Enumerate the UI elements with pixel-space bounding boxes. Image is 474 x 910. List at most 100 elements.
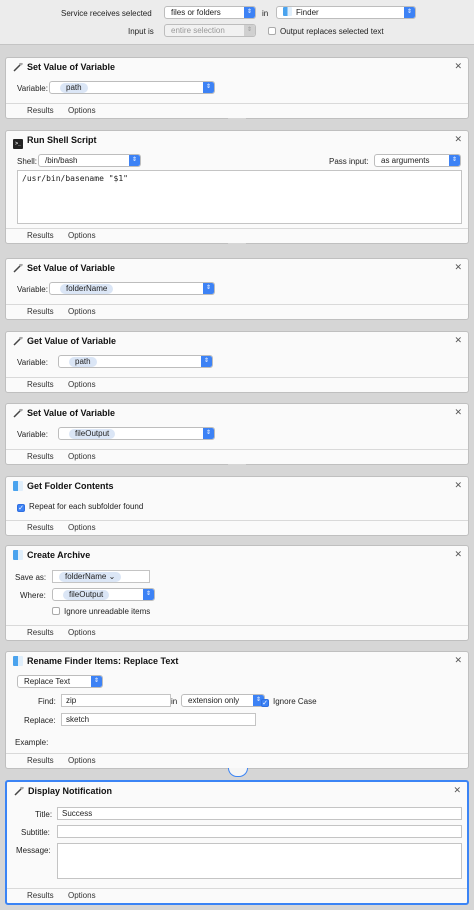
results-tab[interactable]: Results <box>27 380 54 389</box>
in-label: in <box>171 697 178 706</box>
chevron-updown-icon: ⇕ <box>244 25 255 36</box>
pass-input-value: as arguments <box>381 156 430 165</box>
action-set-variable-foldername[interactable]: Set Value of Variable ✕ Variable: folder… <box>5 258 469 320</box>
action-footer: Results Options <box>6 753 468 768</box>
shell-label: Shell: <box>17 157 38 166</box>
chevron-down-icon: ⌄ <box>108 572 116 581</box>
action-get-variable-path[interactable]: Get Value of Variable ✕ Variable: path ⇕… <box>5 331 469 393</box>
ignore-case-label: Ignore Case <box>273 697 317 706</box>
where-popup[interactable]: fileOutput ⇕ <box>52 588 155 601</box>
close-icon[interactable]: ✕ <box>454 134 462 145</box>
action-run-shell-script[interactable]: >_ Run Shell Script ✕ Shell: /bin/bash ⇕ … <box>5 130 469 244</box>
results-tab[interactable]: Results <box>27 106 54 115</box>
results-tab[interactable]: Results <box>27 307 54 316</box>
close-icon[interactable]: ✕ <box>454 335 462 346</box>
notification-subtitle-field[interactable] <box>57 825 462 838</box>
variable-popup[interactable]: path ⇕ <box>58 355 213 368</box>
wand-icon <box>13 336 23 346</box>
notification-message-field[interactable] <box>57 843 462 879</box>
save-as-label: Save as: <box>15 573 47 582</box>
options-tab[interactable]: Options <box>68 380 96 389</box>
chevron-updown-icon: ⇕ <box>143 589 154 600</box>
ignore-unreadable-label: Ignore unreadable items <box>64 607 151 616</box>
pass-input-label: Pass input: <box>329 157 369 166</box>
find-field[interactable]: zip <box>61 694 171 707</box>
where-token: fileOutput <box>63 590 110 600</box>
ignore-unreadable-checkbox[interactable]: Ignore unreadable items <box>52 607 150 616</box>
input-type-popup[interactable]: files or folders ⇕ <box>164 6 256 19</box>
variable-label: Variable: <box>17 358 48 367</box>
notification-subtitle-label: Subtitle: <box>21 828 50 837</box>
notification-title-value: Success <box>62 809 93 818</box>
action-rename-finder-items[interactable]: Rename Finder Items: Replace Text ✕ Repl… <box>5 651 469 769</box>
finder-icon <box>13 481 23 491</box>
action-footer: Results Options <box>7 888 467 903</box>
input-is-popup[interactable]: entire selection ⇕ <box>164 24 256 37</box>
checkbox-icon <box>52 607 60 615</box>
checkbox-icon <box>268 27 276 35</box>
results-tab[interactable]: Results <box>27 628 54 637</box>
notification-title-field[interactable]: Success <box>57 807 462 820</box>
shell-popup[interactable]: /bin/bash ⇕ <box>38 154 141 167</box>
options-tab[interactable]: Options <box>68 307 96 316</box>
action-title: Get Folder Contents <box>13 481 114 491</box>
close-icon[interactable]: ✕ <box>454 61 462 72</box>
options-tab[interactable]: Options <box>68 891 96 900</box>
action-display-notification[interactable]: Display Notification ✕ Title: Success Su… <box>5 780 469 905</box>
action-create-archive[interactable]: Create Archive ✕ Save as: folderName ⌄ W… <box>5 545 469 641</box>
options-tab[interactable]: Options <box>68 756 96 765</box>
action-get-folder-contents[interactable]: Get Folder Contents ✕ ✓ Repeat for each s… <box>5 476 469 536</box>
find-value: zip <box>66 696 77 705</box>
close-icon[interactable]: ✕ <box>454 262 462 273</box>
repeat-subfolder-checkbox[interactable]: ✓ Repeat for each subfolder found <box>17 502 143 512</box>
input-type-value: files or folders <box>171 8 221 17</box>
in-label: in <box>262 9 269 18</box>
action-title: Set Value of Variable <box>13 408 115 418</box>
app-popup[interactable]: Finder ⇕ <box>276 6 416 19</box>
script-editor[interactable]: /usr/bin/basename "$1" <box>17 170 462 224</box>
ignore-case-checkbox[interactable]: ✓ Ignore Case <box>261 697 317 707</box>
variable-label: Variable: <box>17 285 48 294</box>
variable-popup[interactable]: fileOutput ⇕ <box>58 427 215 440</box>
action-connector <box>228 118 246 126</box>
app-value: Finder <box>296 8 319 17</box>
scope-popup[interactable]: extension only ⇕ <box>181 694 265 707</box>
close-icon[interactable]: ✕ <box>454 407 462 418</box>
variable-popup[interactable]: path ⇕ <box>49 81 215 94</box>
options-tab[interactable]: Options <box>68 628 96 637</box>
close-icon[interactable]: ✕ <box>454 655 462 666</box>
wand-icon <box>14 786 24 796</box>
results-tab[interactable]: Results <box>27 891 54 900</box>
options-tab[interactable]: Options <box>68 452 96 461</box>
results-tab[interactable]: Results <box>27 523 54 532</box>
repeat-subfolder-label: Repeat for each subfolder found <box>29 502 144 511</box>
shell-value: /bin/bash <box>45 156 78 165</box>
rename-mode-popup[interactable]: Replace Text ⇕ <box>17 675 103 688</box>
chevron-updown-icon: ⇕ <box>203 82 214 93</box>
options-tab[interactable]: Options <box>68 106 96 115</box>
results-tab[interactable]: Results <box>27 756 54 765</box>
input-is-label: Input is <box>128 27 154 36</box>
variable-popup[interactable]: folderName ⇕ <box>49 282 215 295</box>
action-set-variable-path[interactable]: Set Value of Variable ✕ Variable: path ⇕… <box>5 57 469 119</box>
save-as-field[interactable]: folderName ⌄ <box>52 570 150 583</box>
results-tab[interactable]: Results <box>27 452 54 461</box>
action-title: Create Archive <box>13 550 90 560</box>
action-footer: Results Options <box>6 625 468 640</box>
close-icon[interactable]: ✕ <box>454 549 462 560</box>
action-set-variable-fileoutput[interactable]: Set Value of Variable ✕ Variable: fileOu… <box>5 403 469 465</box>
close-icon[interactable]: ✕ <box>453 785 461 796</box>
options-tab[interactable]: Options <box>68 523 96 532</box>
options-tab[interactable]: Options <box>68 231 96 240</box>
finder-icon <box>283 7 292 16</box>
action-connector <box>228 464 246 472</box>
replace-field[interactable]: sketch <box>61 713 256 726</box>
close-icon[interactable]: ✕ <box>454 480 462 491</box>
rename-mode-value: Replace Text <box>24 677 71 686</box>
output-replaces-checkbox[interactable]: Output replaces selected text <box>268 27 384 36</box>
script-text: /usr/bin/basename "$1" <box>22 174 128 183</box>
action-footer: Results Options <box>6 103 468 118</box>
chevron-updown-icon: ⇕ <box>404 7 415 18</box>
results-tab[interactable]: Results <box>27 231 54 240</box>
pass-input-popup[interactable]: as arguments ⇕ <box>374 154 461 167</box>
